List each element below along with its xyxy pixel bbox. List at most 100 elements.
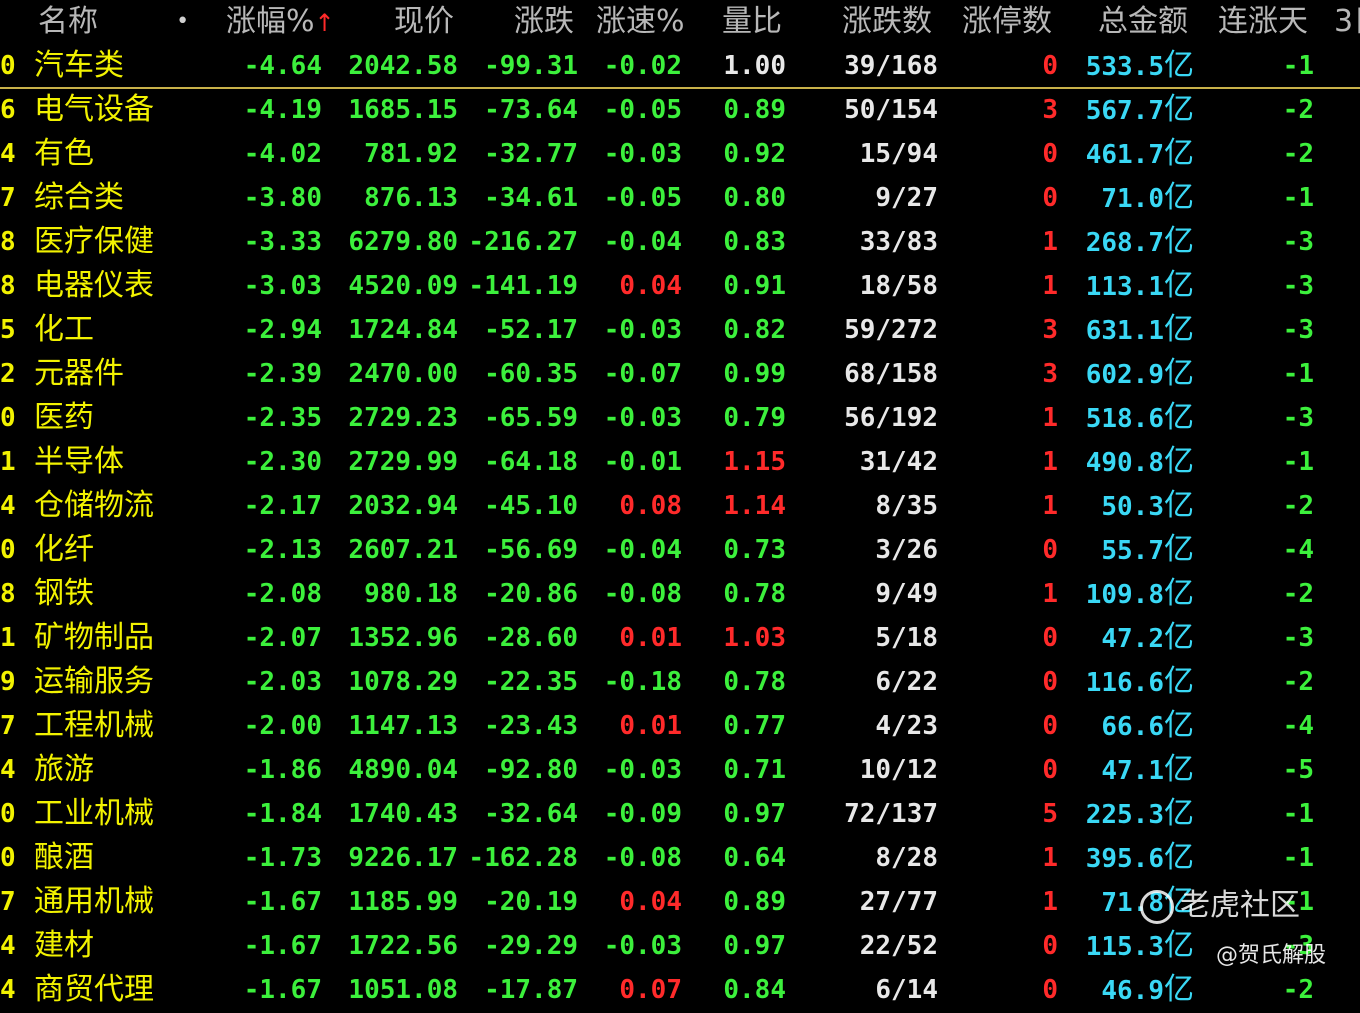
table-row[interactable]: 0 汽车类 -4.64 2042.58 -99.31 -0.02 1.00 39/168 0 53… [0, 44, 1360, 88]
speed-value: 0.04 [619, 271, 682, 301]
change-value: -73.64 [484, 95, 578, 125]
pct-change-value: -1.84 [243, 799, 322, 829]
limit-up-count: 3 [1042, 359, 1058, 389]
sector-table-body: 0 汽车类 -4.64 2042.58 -99.31 -0.02 1.00 39/168 0 53… [0, 44, 1360, 1012]
total-amount-unit: 亿 [1164, 664, 1194, 699]
row-code-digit: 0 [0, 403, 16, 433]
sector-name: 综合类 [34, 180, 124, 215]
total-amount: 631.1亿 [1080, 308, 1194, 352]
row-code-digit: 6 [0, 95, 16, 125]
up-down-count: 8/35 [875, 491, 938, 521]
streak-days-value: -2 [1282, 139, 1314, 169]
row-code-digit: 0 [0, 843, 16, 873]
column-header-pct-label: 涨幅% [226, 4, 315, 39]
total-amount-number: 631.1 [1085, 316, 1164, 346]
up-down-count: 39/168 [844, 51, 938, 81]
up-down-count: 27/77 [859, 887, 938, 917]
up-down-count: 10/12 [859, 755, 938, 785]
speed-value: 0.08 [619, 491, 682, 521]
total-amount-number: 116.6 [1085, 668, 1164, 698]
total-amount: 268.7亿 [1080, 220, 1194, 264]
speed-value: -0.03 [603, 931, 682, 961]
column-header-streak[interactable]: 连涨天 [1218, 2, 1308, 42]
change-value: -29.29 [484, 931, 578, 961]
row-code-digit: 0 [0, 535, 16, 565]
table-row[interactable]: 4 旅游 -1.86 4890.04 -92.80 -0.03 0.71 10/12 0 47.1… [0, 748, 1360, 792]
table-row[interactable]: 0 医药 -2.35 2729.23 -65.59 -0.03 0.79 56/192 1 518… [0, 396, 1360, 440]
column-header-3day[interactable]: 3日 [1334, 2, 1360, 42]
up-down-count: 15/94 [859, 139, 938, 169]
pct-change-value: -2.03 [243, 667, 322, 697]
column-header-price[interactable]: 现价 [394, 2, 454, 42]
column-header-speed[interactable]: 涨速% [596, 2, 685, 42]
row-code-digit: 7 [0, 183, 16, 213]
column-header-vol-ratio[interactable]: 量比 [722, 2, 782, 42]
total-amount-unit: 亿 [1164, 972, 1194, 1007]
table-row[interactable]: 4 有色 -4.02 781.92 -32.77 -0.03 0.92 15/94 0 461.7… [0, 132, 1360, 176]
limit-up-count: 1 [1042, 491, 1058, 521]
up-down-count: 6/22 [875, 667, 938, 697]
pct-change-value: -3.80 [243, 183, 322, 213]
price-value: 2032.94 [348, 491, 458, 521]
limit-up-count: 1 [1042, 227, 1058, 257]
total-amount-number: 50.3 [1101, 492, 1164, 522]
change-value: -28.60 [484, 623, 578, 653]
column-header-up-down[interactable]: 涨跌数 [842, 2, 932, 42]
streak-days-value: -3 [1282, 271, 1314, 301]
column-header-limit-up[interactable]: 涨停数 [962, 2, 1052, 42]
speed-value: -0.01 [603, 447, 682, 477]
table-row[interactable]: 4 商贸代理 -1.67 1051.08 -17.87 0.07 0.84 6/14 0 46.9… [0, 968, 1360, 1012]
sector-name: 钢铁 [34, 576, 94, 611]
price-value: 876.13 [364, 183, 458, 213]
total-amount-unit: 亿 [1164, 92, 1194, 127]
volume-ratio-value: 0.97 [723, 931, 786, 961]
table-row[interactable]: 5 化工 -2.94 1724.84 -52.17 -0.03 0.82 59/272 3 631… [0, 308, 1360, 352]
table-row[interactable]: 4 仓储物流 -2.17 2032.94 -45.10 0.08 1.14 8/35 1 50.3… [0, 484, 1360, 528]
column-header-amount[interactable]: 总金额 [1098, 2, 1188, 42]
total-amount-number: 47.1 [1101, 756, 1164, 786]
up-down-count: 33/83 [859, 227, 938, 257]
limit-up-count: 0 [1042, 139, 1058, 169]
total-amount-unit: 亿 [1164, 752, 1194, 787]
table-row[interactable]: 0 工业机械 -1.84 1740.43 -32.64 -0.09 0.97 72/137 5 2… [0, 792, 1360, 836]
total-amount-number: 533.5 [1085, 52, 1164, 82]
table-row[interactable]: 8 医疗保健 -3.33 6279.80 -216.27 -0.04 0.83 33/83 1 2… [0, 220, 1360, 264]
sector-name: 运输服务 [34, 664, 154, 699]
table-row[interactable]: 4 建材 -1.67 1722.56 -29.29 -0.03 0.97 22/52 0 115.… [0, 924, 1360, 968]
price-value: 1051.08 [348, 975, 458, 1005]
speed-value: -0.18 [603, 667, 682, 697]
total-amount-number: 395.6 [1085, 844, 1164, 874]
total-amount-unit: 亿 [1164, 356, 1194, 391]
table-row[interactable]: 7 工程机械 -2.00 1147.13 -23.43 0.01 0.77 4/23 0 66.6… [0, 704, 1360, 748]
streak-days-value: -4 [1282, 535, 1314, 565]
table-row[interactable]: 8 钢铁 -2.08 980.18 -20.86 -0.08 0.78 9/49 1 109.8亿… [0, 572, 1360, 616]
limit-up-count: 1 [1042, 447, 1058, 477]
change-value: -32.77 [484, 139, 578, 169]
table-row[interactable]: 1 半导体 -2.30 2729.99 -64.18 -0.01 1.15 31/42 1 490… [0, 440, 1360, 484]
table-row[interactable]: 0 酿酒 -1.73 9226.17 -162.28 -0.08 0.64 8/28 1 395.… [0, 836, 1360, 880]
table-row[interactable]: 1 矿物制品 -2.07 1352.96 -28.60 0.01 1.03 5/18 0 47.2… [0, 616, 1360, 660]
table-row[interactable]: 9 运输服务 -2.03 1078.29 -22.35 -0.18 0.78 6/22 0 116… [0, 660, 1360, 704]
total-amount: 395.6亿 [1080, 836, 1194, 880]
change-value: -32.64 [484, 799, 578, 829]
total-amount: 50.3亿 [1080, 484, 1194, 528]
table-row[interactable]: 8 电器仪表 -3.03 4520.09 -141.19 0.04 0.91 18/58 1 11… [0, 264, 1360, 308]
total-amount-unit: 亿 [1164, 400, 1194, 435]
table-row[interactable]: 2 元器件 -2.39 2470.00 -60.35 -0.07 0.99 68/158 3 60… [0, 352, 1360, 396]
selected-row-underline [0, 87, 1360, 89]
column-header-name[interactable]: 名称 [38, 2, 98, 42]
up-down-count: 72/137 [844, 799, 938, 829]
up-down-count: 3/26 [875, 535, 938, 565]
volume-ratio-value: 0.89 [723, 95, 786, 125]
price-value: 4520.09 [348, 271, 458, 301]
total-amount-unit: 亿 [1164, 312, 1194, 347]
table-row[interactable]: 0 化纤 -2.13 2607.21 -56.69 -0.04 0.73 3/26 0 55.7亿… [0, 528, 1360, 572]
total-amount-number: 518.6 [1085, 404, 1164, 434]
total-amount-number: 55.7 [1101, 536, 1164, 566]
column-header-pct[interactable]: 涨幅%↑ [226, 2, 335, 42]
volume-ratio-value: 0.89 [723, 887, 786, 917]
table-row[interactable]: 7 综合类 -3.80 876.13 -34.61 -0.05 0.80 9/27 0 71.0亿… [0, 176, 1360, 220]
column-header-change[interactable]: 涨跌 [514, 2, 574, 42]
table-row[interactable]: 6 电气设备 -4.19 1685.15 -73.64 -0.05 0.89 50/154 3 5… [0, 88, 1360, 132]
total-amount-unit: 亿 [1164, 48, 1194, 83]
